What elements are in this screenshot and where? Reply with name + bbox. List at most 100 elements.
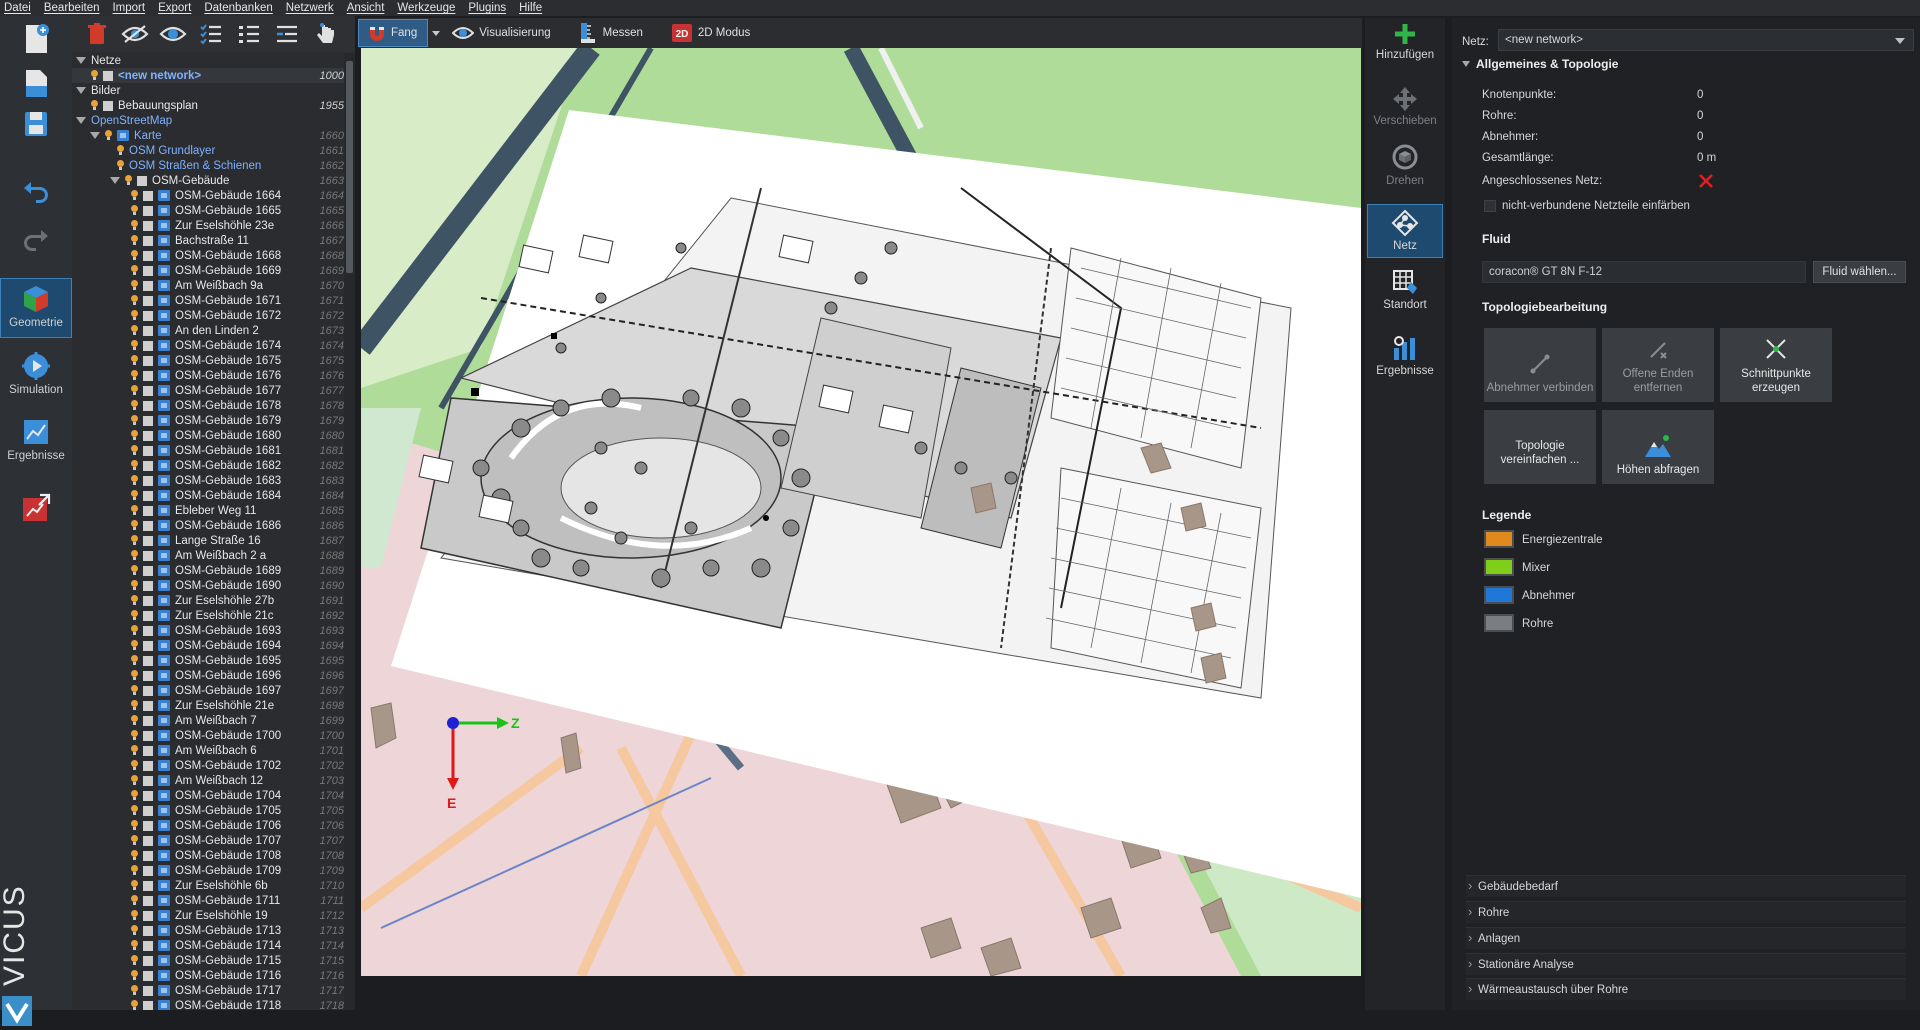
lightbulb-icon[interactable] [130, 385, 139, 396]
lightbulb-icon[interactable] [130, 205, 139, 216]
visibility-square-icon[interactable] [143, 580, 153, 591]
tree-item-building[interactable]: OSM-Gebäude 1711 1711 [72, 893, 344, 908]
visibility-square-icon[interactable] [143, 880, 153, 891]
collapsed-section-anlagen[interactable]: Anlagen [1466, 927, 1906, 949]
tree-item-building[interactable]: OSM-Gebäude 1713 1713 [72, 923, 344, 938]
lightbulb-icon[interactable] [130, 700, 139, 711]
lightbulb-icon[interactable] [130, 415, 139, 426]
visibility-square-icon[interactable] [143, 970, 153, 981]
lightbulb-icon[interactable] [130, 880, 139, 891]
tree-item-building[interactable]: OSM-Gebäude 1716 1716 [72, 968, 344, 983]
lightbulb-icon[interactable] [130, 580, 139, 591]
create-intersections-button[interactable]: Schnittpunkte erzeugen [1720, 328, 1832, 402]
collapsed-section-stationaere-analyse[interactable]: Stationäre Analyse [1466, 953, 1906, 975]
visibility-square-icon[interactable] [143, 565, 153, 576]
lightbulb-icon[interactable] [130, 715, 139, 726]
lightbulb-icon[interactable] [130, 790, 139, 801]
lightbulb-icon[interactable] [116, 160, 125, 171]
lightbulb-icon[interactable] [130, 430, 139, 441]
tree-item-building[interactable]: OSM-Gebäude 1704 1704 [72, 788, 344, 803]
lightbulb-icon[interactable] [130, 295, 139, 306]
lightbulb-icon[interactable] [130, 835, 139, 846]
tree-item-building[interactable]: OSM-Gebäude 1680 1680 [72, 428, 344, 443]
lightbulb-icon[interactable] [130, 565, 139, 576]
results-button[interactable]: Ergebnisse [1367, 334, 1443, 377]
tree-item-building[interactable]: Lange Straße 16 1687 [72, 533, 344, 548]
tree-item-building[interactable]: OSM-Gebäude 1676 1676 [72, 368, 344, 383]
3d-viewport[interactable]: Z E [361, 48, 1361, 976]
lightbulb-icon[interactable] [130, 445, 139, 456]
tree-item-building[interactable]: OSM-Gebäude 1708 1708 [72, 848, 344, 863]
snap-button[interactable]: Fang [358, 19, 429, 47]
query-heights-button[interactable]: Höhen abfragen [1602, 410, 1714, 484]
move-button[interactable]: Verschieben [1367, 86, 1443, 127]
tree-item-building[interactable]: OSM-Gebäude 1674 1674 [72, 338, 344, 353]
tree-item-karte[interactable]: Karte 1660 [72, 128, 344, 143]
menu-netzwerk[interactable]: Netzwerk [286, 2, 334, 14]
lightbulb-icon[interactable] [130, 250, 139, 261]
tree-scrollbar[interactable] [344, 53, 355, 1010]
tree-item-bilder[interactable]: Bilder [72, 83, 344, 98]
tree-item-building[interactable]: OSM-Gebäude 1718 1718 [72, 998, 344, 1010]
tree-item-building[interactable]: OSM-Gebäude 1707 1707 [72, 833, 344, 848]
visibility-square-icon[interactable] [143, 640, 153, 651]
visualization-button[interactable]: Visualisierung [444, 19, 560, 47]
visibility-square-icon[interactable] [143, 460, 153, 471]
tree-item-new-network[interactable]: <new network> 1000 [72, 68, 344, 83]
tree-item-building[interactable]: OSM-Gebäude 1683 1683 [72, 473, 344, 488]
tree-item-strassen[interactable]: OSM Straßen & Schienen 1662 [72, 158, 344, 173]
tree-item-building[interactable]: OSM-Gebäude 1671 1671 [72, 293, 344, 308]
redo-button[interactable] [0, 222, 72, 252]
tree-item-building[interactable]: Am Weißbach 12 1703 [72, 773, 344, 788]
menu-export[interactable]: Export [158, 2, 191, 14]
visibility-square-icon[interactable] [143, 940, 153, 951]
tree-item-building[interactable]: Zur Eselshöhle 6b 1710 [72, 878, 344, 893]
lightbulb-icon[interactable] [130, 550, 139, 561]
visibility-square-icon[interactable] [143, 910, 153, 921]
general-topology-header[interactable]: Allgemeines & Topologie [1462, 54, 1906, 74]
choose-fluid-button[interactable]: Fluid wählen... [1813, 261, 1906, 283]
visibility-square-icon[interactable] [143, 625, 153, 636]
lightbulb-icon[interactable] [130, 820, 139, 831]
tree-item-building[interactable]: Zur Eselshöhle 27b 1691 [72, 593, 344, 608]
visibility-square-icon[interactable] [143, 775, 153, 786]
lightbulb-icon[interactable] [130, 670, 139, 681]
visibility-square-icon[interactable] [143, 190, 153, 201]
expand-chevron-icon[interactable] [76, 57, 86, 64]
export-results-button[interactable] [0, 492, 72, 524]
visibility-square-icon[interactable] [143, 730, 153, 741]
add-button[interactable]: Hinzufügen [1367, 22, 1443, 61]
tree-item-building[interactable]: OSM-Gebäude 1696 1696 [72, 668, 344, 683]
lightbulb-icon[interactable] [130, 940, 139, 951]
visibility-square-icon[interactable] [143, 595, 153, 606]
lightbulb-icon[interactable] [130, 220, 139, 231]
tree-item-building[interactable]: OSM-Gebäude 1689 1689 [72, 563, 344, 578]
visibility-square-icon[interactable] [143, 835, 153, 846]
network-select[interactable]: <new network> [1498, 29, 1914, 51]
visibility-square-icon[interactable] [137, 175, 147, 186]
visibility-square-icon[interactable] [143, 550, 153, 561]
delete-button[interactable] [78, 18, 116, 50]
lightbulb-icon[interactable] [130, 370, 139, 381]
tree-item-building[interactable]: OSM-Gebäude 1715 1715 [72, 953, 344, 968]
visibility-square-icon[interactable] [143, 385, 153, 396]
lightbulb-icon[interactable] [130, 865, 139, 876]
lightbulb-icon[interactable] [90, 100, 99, 111]
visibility-square-icon[interactable] [143, 985, 153, 996]
lightbulb-icon[interactable] [130, 640, 139, 651]
visibility-square-icon[interactable] [143, 280, 153, 291]
tree-item-osm-gebaeude[interactable]: OSM-Gebäude 1663 [72, 173, 344, 188]
2d-mode-button[interactable]: 2D 2D Modus [663, 19, 760, 47]
tree-item-building[interactable]: Ebleber Weg 11 1685 [72, 503, 344, 518]
lightbulb-icon[interactable] [130, 955, 139, 966]
lightbulb-icon[interactable] [130, 190, 139, 201]
select-all-button[interactable] [192, 18, 230, 50]
visibility-square-icon[interactable] [143, 355, 153, 366]
lightbulb-icon[interactable] [130, 805, 139, 816]
tree-view[interactable]: Netze <new network> 1000 Bilder Bebauung… [72, 53, 344, 1010]
expand-chevron-icon[interactable] [110, 177, 120, 184]
lightbulb-icon[interactable] [130, 460, 139, 471]
lightbulb-icon[interactable] [130, 730, 139, 741]
results-mode-button[interactable]: Ergebnisse [0, 412, 72, 472]
undo-button[interactable] [0, 174, 72, 204]
